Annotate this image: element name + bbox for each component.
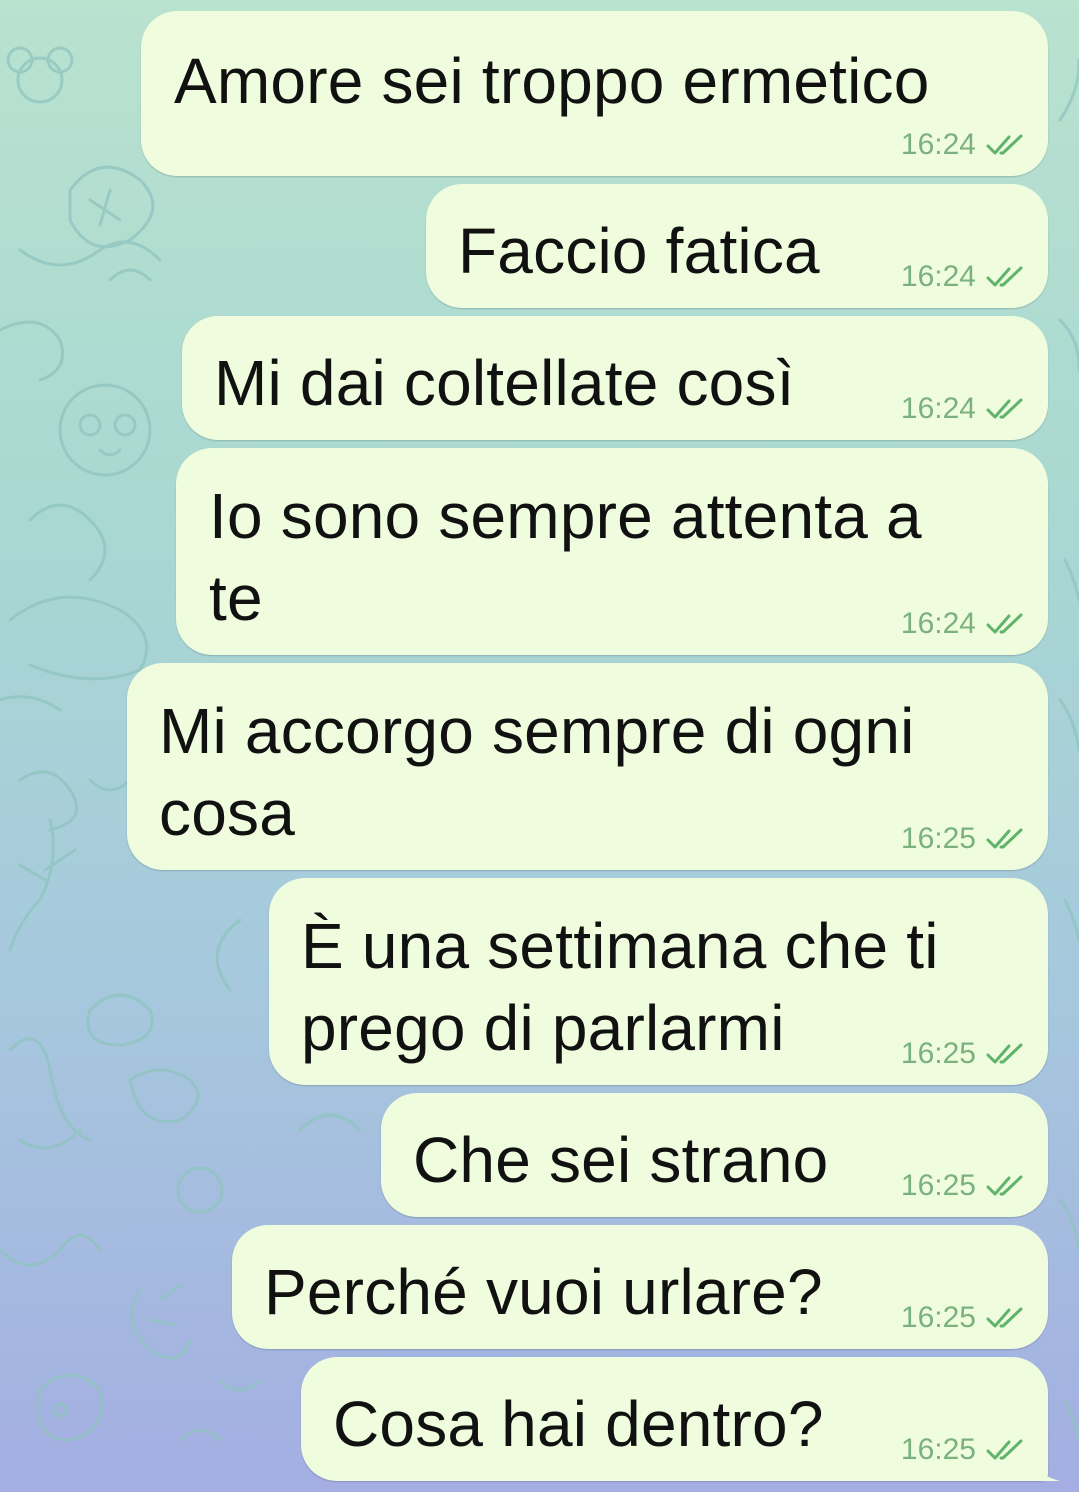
message-time: 16:24 — [900, 260, 976, 293]
message-bubble-outgoing[interactable]: Mi dai coltellate così 16:24 — [182, 316, 1048, 440]
double-check-icon — [986, 1175, 1023, 1196]
double-check-icon — [986, 1043, 1023, 1064]
message-meta: 16:25 — [901, 1433, 1026, 1467]
message-bubble-outgoing[interactable]: Perché vuoi urlare? 16:25 — [232, 1225, 1048, 1349]
message-time: 16:24 — [900, 128, 976, 161]
message-time: 16:25 — [900, 1301, 976, 1334]
message-time: 16:25 — [900, 822, 976, 855]
message-text: Perché vuoi urlare? — [264, 1256, 823, 1328]
message-meta: 16:24 — [901, 607, 1026, 641]
message-text: Io sono sempre attenta a te — [209, 480, 922, 634]
message-text: Mi dai coltellate così — [214, 347, 795, 419]
message-bubble-outgoing[interactable]: Mi accorgo sempre di ogni cosa 16:25 — [127, 663, 1048, 870]
bubble-tail — [1034, 1455, 1060, 1481]
message-time: 16:25 — [900, 1169, 976, 1202]
message-bubble-outgoing[interactable]: È una settimana che ti prego di parlarmi… — [269, 878, 1048, 1085]
double-check-icon — [986, 828, 1023, 849]
message-time: 16:24 — [900, 392, 976, 425]
message-meta: 16:25 — [901, 1169, 1026, 1203]
message-bubble-outgoing[interactable]: Io sono sempre attenta a te 16:24 — [176, 448, 1048, 655]
double-check-icon — [986, 613, 1023, 634]
message-text: Cosa hai dentro? — [333, 1388, 824, 1460]
message-meta: 16:24 — [901, 392, 1026, 426]
message-text: Mi accorgo sempre di ogni cosa — [159, 695, 915, 849]
double-check-icon — [986, 398, 1023, 419]
message-meta: 16:25 — [901, 822, 1026, 856]
message-time: 16:24 — [900, 607, 976, 640]
message-meta: 16:24 — [901, 260, 1026, 294]
double-check-icon — [986, 134, 1023, 155]
message-bubble-outgoing[interactable]: Che sei strano 16:25 — [381, 1093, 1048, 1217]
double-check-icon — [986, 266, 1023, 287]
chat-message-list[interactable]: Amore sei troppo ermetico 16:24 Faccio f… — [0, 0, 1079, 1492]
message-text: Che sei strano — [413, 1124, 829, 1196]
message-time: 16:25 — [900, 1037, 976, 1070]
message-time: 16:25 — [900, 1433, 976, 1466]
message-bubble-outgoing[interactable]: Amore sei troppo ermetico 16:24 — [141, 11, 1048, 176]
double-check-icon — [986, 1307, 1023, 1328]
message-meta: 16:24 — [901, 128, 1026, 162]
message-text: È una settimana che ti prego di parlarmi — [301, 910, 939, 1064]
message-meta: 16:25 — [901, 1301, 1026, 1335]
double-check-icon — [986, 1439, 1023, 1460]
message-bubble-outgoing[interactable]: Faccio fatica 16:24 — [426, 184, 1048, 308]
message-bubble-outgoing[interactable]: Cosa hai dentro? 16:25 — [301, 1357, 1060, 1481]
message-text: Faccio fatica — [458, 215, 820, 287]
message-meta: 16:25 — [901, 1037, 1026, 1071]
message-text: Amore sei troppo ermetico — [174, 45, 930, 117]
